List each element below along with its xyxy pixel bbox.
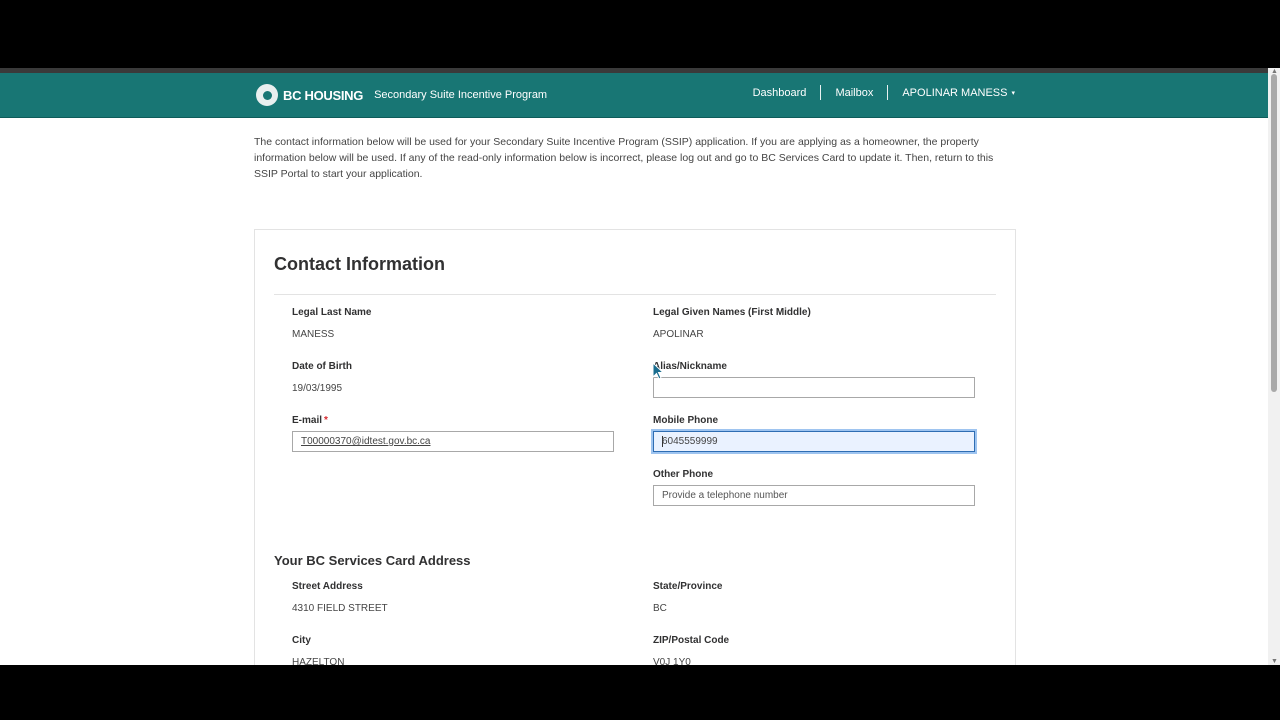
nav-links: Dashboard Mailbox APOLINAR MANESS ▾: [739, 85, 1015, 100]
alias-label: Alias/Nickname: [653, 361, 727, 372]
nav-divider: [887, 85, 889, 100]
city-label: City: [292, 635, 311, 646]
city-value: HAZELTON: [292, 657, 345, 665]
user-menu[interactable]: APOLINAR MANESS ▾: [888, 87, 1015, 99]
province-label: State/Province: [653, 581, 723, 592]
bc-housing-logo-icon: [256, 84, 278, 106]
caret-down-icon: ▾: [1011, 89, 1015, 97]
intro-text: The contact information below will be us…: [254, 136, 994, 180]
last-name-value: MANESS: [292, 329, 335, 340]
other-phone-input[interactable]: Provide a telephone number: [653, 485, 975, 506]
last-name-label: Legal Last Name: [292, 307, 372, 318]
mobile-phone-value: 6045559999: [662, 436, 718, 448]
nav-mailbox-link[interactable]: Mailbox: [821, 87, 887, 99]
nav-divider: [820, 85, 822, 100]
email-input-value: T00000370@idtest.gov.bc.ca: [301, 436, 431, 447]
contact-card: Contact Information Legal Last Name MANE…: [254, 229, 1016, 665]
user-name: APOLINAR MANESS: [902, 86, 1008, 99]
top-navbar: BC HOUSING Secondary Suite Incentive Pro…: [0, 73, 1268, 118]
program-name: Secondary Suite Incentive Program: [374, 89, 548, 101]
other-phone-placeholder: Provide a telephone number: [662, 490, 788, 501]
mouse-pointer-icon: [652, 362, 664, 380]
contact-title: Contact Information: [274, 254, 445, 274]
brand[interactable]: BC HOUSING Secondary Suite Incentive Pro…: [256, 84, 547, 106]
scrollbar-thumb[interactable]: [1271, 74, 1277, 392]
vertical-scrollbar[interactable]: ▲ ▼: [1268, 68, 1280, 665]
dob-label: Date of Birth: [292, 361, 352, 372]
postal-value: V0J 1Y0: [653, 657, 691, 665]
province-value: BC: [653, 603, 667, 614]
mobile-phone-input[interactable]: 6045559999: [653, 431, 975, 452]
postal-label: ZIP/Postal Code: [653, 635, 730, 646]
street-value: 4310 FIELD STREET: [292, 603, 388, 614]
nav-dashboard-link[interactable]: Dashboard: [739, 87, 821, 99]
given-names-value: APOLINAR: [653, 329, 704, 340]
title-divider: [274, 294, 996, 295]
required-marker: *: [324, 415, 328, 426]
mobile-phone-label: Mobile Phone: [653, 415, 718, 426]
email-label: E-mail *: [292, 415, 328, 426]
email-input[interactable]: T00000370@idtest.gov.bc.ca: [292, 431, 614, 452]
scroll-down-arrow-icon[interactable]: ▼: [1271, 658, 1278, 665]
address-section-title: Your BC Services Card Address: [274, 553, 471, 568]
other-phone-label: Other Phone: [653, 469, 714, 480]
email-label-text: E-mail: [292, 415, 323, 426]
brand-name: BC HOUSING: [283, 87, 364, 103]
street-label: Street Address: [292, 581, 363, 592]
alias-input[interactable]: [653, 377, 975, 398]
dob-value: 19/03/1995: [292, 383, 343, 394]
given-names-label: Legal Given Names (First Middle): [653, 307, 811, 318]
browser-viewport: BC HOUSING Secondary Suite Incentive Pro…: [0, 68, 1268, 665]
